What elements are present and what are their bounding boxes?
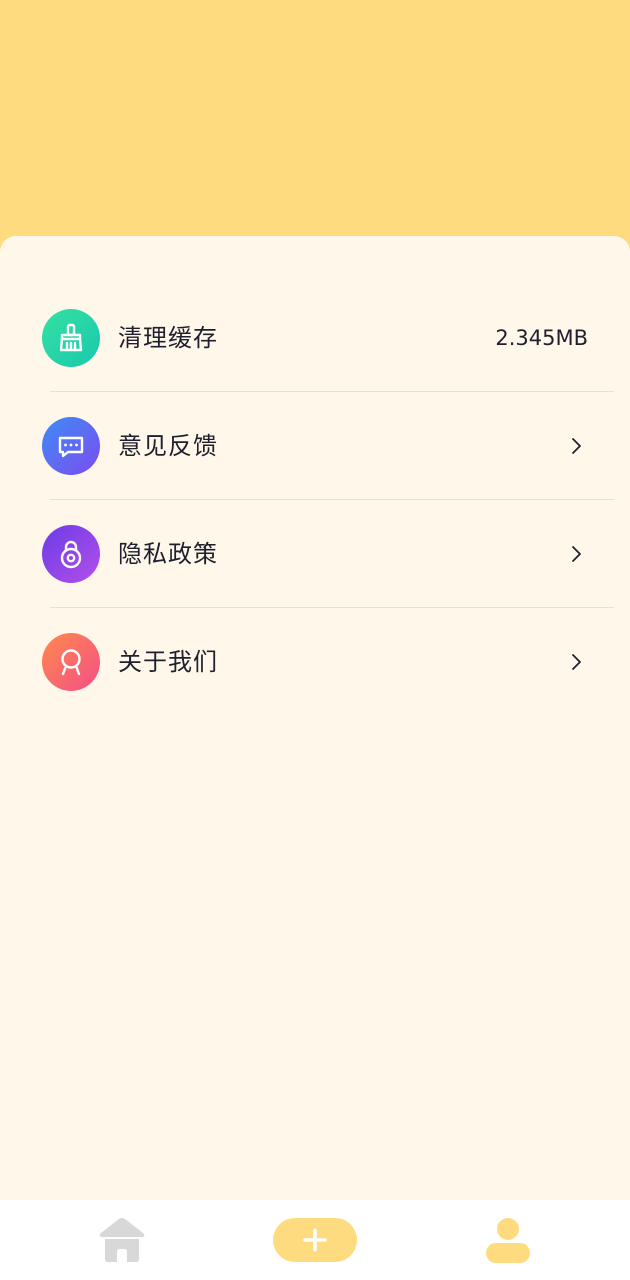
- add-button[interactable]: [273, 1218, 357, 1262]
- settings-item-label: 关于我们: [118, 648, 218, 676]
- bottom-tab-bar: [0, 1200, 630, 1280]
- settings-item-feedback[interactable]: 意见反馈: [0, 392, 630, 500]
- award-ribbon-icon: [42, 633, 100, 691]
- tab-home[interactable]: [17, 1200, 227, 1280]
- broom-icon: [42, 309, 100, 367]
- plus-icon: [303, 1228, 327, 1252]
- settings-card: 清理缓存 2.345MB 意见反馈 隐私政策 关于我们: [0, 236, 630, 1200]
- settings-item-about-us[interactable]: 关于我们: [0, 608, 630, 716]
- settings-item-label: 隐私政策: [118, 540, 218, 568]
- header-background: [0, 0, 630, 260]
- chevron-right-icon: [572, 438, 581, 454]
- chevron-right-icon: [572, 654, 581, 670]
- lock-icon: [42, 525, 100, 583]
- user-icon: [486, 1218, 530, 1263]
- home-icon: [99, 1218, 145, 1262]
- tab-add[interactable]: [210, 1200, 420, 1280]
- settings-item-label: 清理缓存: [118, 324, 218, 352]
- chevron-right-icon: [572, 546, 581, 562]
- settings-item-label: 意见反馈: [118, 432, 218, 460]
- chat-bubble-icon: [42, 417, 100, 475]
- settings-list: 清理缓存 2.345MB 意见反馈 隐私政策 关于我们: [0, 284, 630, 716]
- cache-size-value: 2.345MB: [495, 326, 588, 350]
- tab-profile[interactable]: [403, 1200, 613, 1280]
- settings-item-clear-cache[interactable]: 清理缓存 2.345MB: [0, 284, 630, 392]
- settings-item-privacy-policy[interactable]: 隐私政策: [0, 500, 630, 608]
